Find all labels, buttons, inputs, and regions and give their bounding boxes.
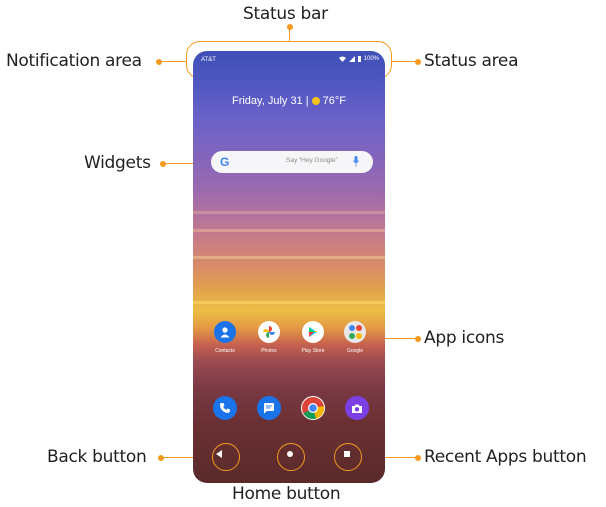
wifi-icon	[338, 56, 346, 62]
chrome-icon[interactable]	[301, 396, 325, 420]
google-search-widget[interactable]: G Say “Hey Google”	[211, 151, 373, 173]
google-folder-icon	[344, 321, 366, 343]
recent-apps-dot	[415, 454, 421, 461]
messages-icon[interactable]	[257, 396, 281, 420]
notification-area-callout: Notification area	[6, 51, 142, 71]
play-store-icon	[302, 321, 324, 343]
app-icons-dot	[415, 335, 421, 342]
phone-icon[interactable]	[213, 396, 237, 420]
app-play-store[interactable]: Play Store	[293, 321, 333, 354]
app-label: Google	[346, 348, 364, 354]
notification-area-dot	[156, 58, 162, 65]
battery-icon	[357, 56, 361, 62]
phone-screen: AT&T 100% Friday, July 31 | 76°F G Say “…	[193, 51, 385, 483]
photos-icon	[258, 321, 280, 343]
sun-icon	[311, 97, 320, 105]
widgets-callout: Widgets	[84, 153, 151, 173]
microphone-icon[interactable]	[353, 156, 359, 167]
contacts-icon	[214, 321, 236, 343]
cloud-band	[193, 229, 385, 232]
cloud-band	[193, 211, 385, 214]
back-button-dot	[158, 454, 164, 461]
status-area-dot	[415, 58, 421, 65]
app-google-folder[interactable]: Google	[335, 321, 375, 354]
status-bar-dot	[286, 24, 293, 30]
widgets-dot	[160, 160, 166, 167]
horizon-band	[193, 301, 385, 304]
back-button-highlight	[212, 443, 240, 471]
status-icons: 100%	[338, 56, 379, 62]
status-area-callout: Status area	[424, 51, 519, 71]
status-bar-callout: Status bar	[243, 4, 328, 24]
date-text: Friday, July 31 |	[231, 95, 312, 107]
google-g-icon: G	[220, 155, 230, 169]
home-button-callout: Home button	[232, 484, 341, 504]
carrier-label: AT&T	[201, 57, 216, 63]
app-label: Contacts	[215, 348, 235, 354]
date-weather-widget[interactable]: Friday, July 31 | 76°F	[193, 95, 385, 107]
app-photos[interactable]: Photos	[249, 321, 289, 354]
search-hint: Say “Hey Google”	[286, 157, 338, 164]
signal-icon	[348, 56, 355, 62]
cloud-band	[193, 256, 385, 259]
temperature-text: 76°F	[322, 95, 347, 107]
home-button-highlight	[277, 443, 305, 471]
recent-apps-highlight	[334, 443, 362, 471]
app-label: Photos	[261, 348, 277, 354]
app-label: Play Store	[301, 348, 325, 354]
recent-apps-callout: Recent Apps button	[424, 447, 587, 467]
back-button-callout: Back button	[47, 447, 147, 467]
battery-level: 100%	[363, 56, 379, 62]
app-icons-callout: App icons	[424, 328, 505, 348]
camera-icon[interactable]	[345, 396, 369, 420]
app-contacts[interactable]: Contacts	[205, 321, 245, 354]
status-bar: AT&T 100%	[193, 55, 385, 67]
